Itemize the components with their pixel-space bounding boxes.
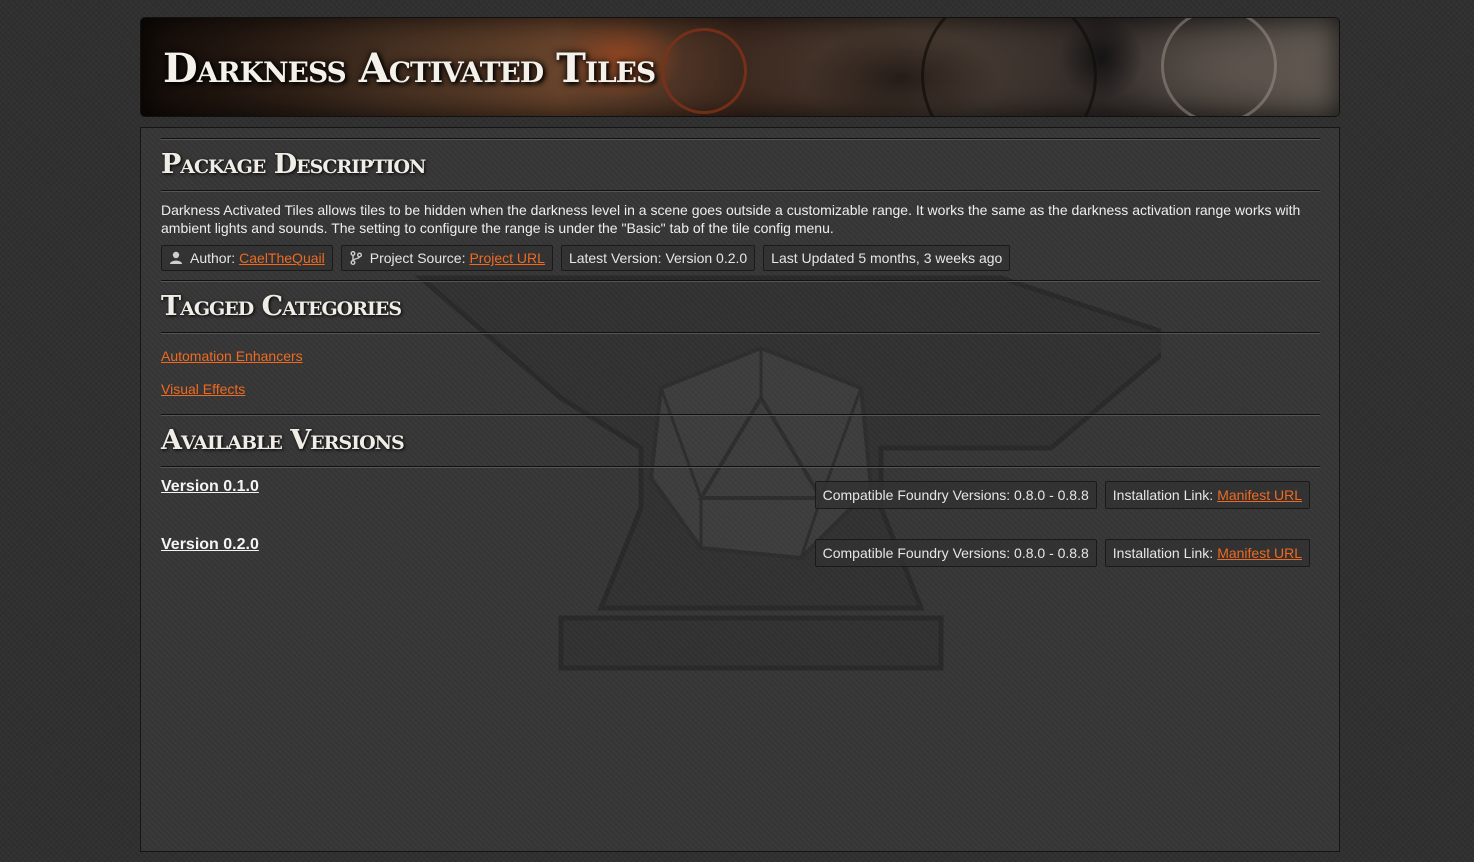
installation-link-label: Installation Link: xyxy=(1112,487,1214,503)
category-link-automation-enhancers[interactable]: Automation Enhancers xyxy=(161,348,303,364)
project-url-link[interactable]: Project URL xyxy=(469,250,544,266)
tagged-categories-heading: Tagged Categories xyxy=(161,291,402,322)
version-meta: Compatible Foundry Versions: 0.8.0 - 0.8… xyxy=(814,481,1310,509)
installation-link-tag: Installation Link: Manifest URL xyxy=(1104,481,1310,509)
compatible-versions-tag: Compatible Foundry Versions: 0.8.0 - 0.8… xyxy=(814,481,1097,509)
latest-version-text: Latest Version: Version 0.2.0 xyxy=(568,250,748,266)
version-meta: Compatible Foundry Versions: 0.8.0 - 0.8… xyxy=(814,539,1310,567)
installation-link-tag: Installation Link: Manifest URL xyxy=(1104,539,1310,567)
last-updated-text: Last Updated 5 months, 3 weeks ago xyxy=(771,250,1003,266)
package-meta-tags: Author: CaelTheQuail Project Source: Pro… xyxy=(161,245,1320,273)
package-banner: Darkness Activated Tiles xyxy=(140,17,1340,117)
author-label: Author: xyxy=(190,250,236,266)
list-item: Visual Effects xyxy=(161,380,1320,413)
user-icon xyxy=(170,251,182,264)
versions-list: Version 0.1.0 Compatible Foundry Version… xyxy=(161,468,1320,618)
installation-link-label: Installation Link: xyxy=(1112,545,1214,561)
category-link-visual-effects[interactable]: Visual Effects xyxy=(161,381,245,397)
project-source-label: Project Source: xyxy=(369,250,466,266)
package-title: Darkness Activated Tiles xyxy=(163,45,656,92)
code-branch-icon xyxy=(350,251,362,265)
compatible-versions-text: Compatible Foundry Versions: 0.8.0 - 0.8… xyxy=(822,545,1089,561)
list-item: Automation Enhancers xyxy=(161,347,1320,380)
version-link[interactable]: Version 0.1.0 xyxy=(161,478,259,496)
section-divider xyxy=(161,190,1320,192)
compatible-versions-text: Compatible Foundry Versions: 0.8.0 - 0.8… xyxy=(822,487,1089,503)
version-row: Version 0.1.0 Compatible Foundry Version… xyxy=(161,468,1320,509)
available-versions-heading: Available Versions xyxy=(161,425,405,456)
package-content-panel: Package Description Darkness Activated T… xyxy=(140,127,1340,852)
manifest-url-link[interactable]: Manifest URL xyxy=(1217,487,1302,503)
version-link[interactable]: Version 0.2.0 xyxy=(161,536,259,554)
author-tag: Author: CaelTheQuail xyxy=(161,245,333,271)
package-description-heading: Package Description xyxy=(161,149,426,180)
manifest-url-link[interactable]: Manifest URL xyxy=(1217,545,1302,561)
author-link[interactable]: CaelTheQuail xyxy=(239,250,325,266)
category-list: Automation Enhancers Visual Effects xyxy=(161,334,1320,410)
version-row: Version 0.2.0 Compatible Foundry Version… xyxy=(161,526,1320,567)
compatible-versions-tag: Compatible Foundry Versions: 0.8.0 - 0.8… xyxy=(814,539,1097,567)
package-description-text: Darkness Activated Tiles allows tiles to… xyxy=(161,202,1301,236)
last-updated-tag: Last Updated 5 months, 3 weeks ago xyxy=(763,245,1011,271)
project-source-tag: Project Source: Project URL xyxy=(340,245,553,271)
latest-version-tag: Latest Version: Version 0.2.0 xyxy=(560,245,756,271)
